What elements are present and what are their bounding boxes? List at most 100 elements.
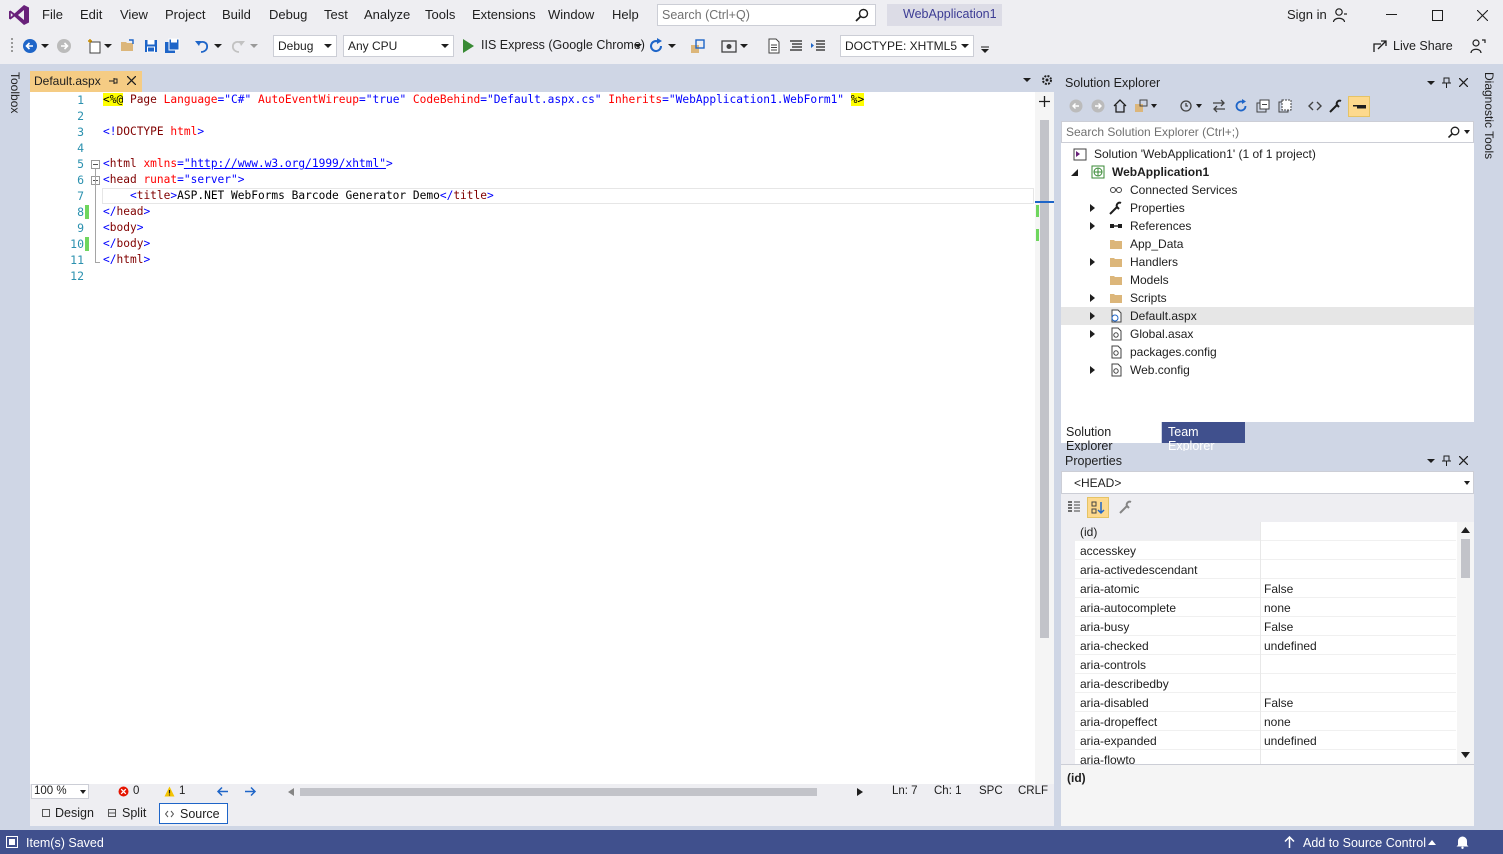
zoom-select[interactable]: 100 % — [31, 784, 89, 799]
menu-tools[interactable]: Tools — [425, 7, 455, 22]
expand-arrow-icon[interactable] — [1090, 222, 1095, 230]
tree-item-connected-services[interactable]: Connected Services — [1061, 181, 1474, 199]
tree-item-web-config[interactable]: Web.config — [1061, 361, 1474, 379]
property-row[interactable]: aria-checked undefined — [1061, 636, 1456, 655]
property-value[interactable]: False — [1264, 696, 1293, 710]
property-row[interactable]: aria-autocomplete none — [1061, 598, 1456, 617]
view-code-icon[interactable] — [1308, 99, 1322, 113]
notifications-bell-icon[interactable] — [1456, 835, 1469, 849]
navigate-back-icon[interactable] — [22, 38, 38, 54]
sync-with-document-icon[interactable] — [1212, 99, 1226, 113]
property-value[interactable]: none — [1264, 715, 1291, 729]
expand-arrow-icon[interactable] — [1090, 204, 1095, 212]
scroll-left-icon[interactable] — [288, 788, 294, 796]
horizontal-scrollbar-thumb[interactable] — [300, 788, 817, 796]
tab-split[interactable]: Split — [104, 803, 150, 824]
home-icon[interactable] — [1113, 99, 1127, 113]
close-tab-icon[interactable] — [127, 76, 136, 85]
close-pane-icon[interactable] — [1459, 78, 1468, 87]
close-pane-icon[interactable] — [1459, 456, 1468, 465]
expanded-arrow-icon[interactable] — [1071, 169, 1078, 176]
open-folder-icon[interactable] — [120, 38, 136, 54]
save-icon[interactable] — [143, 38, 159, 54]
menu-window[interactable]: Window — [548, 7, 594, 22]
tab-team-explorer[interactable]: Team Explorer — [1162, 422, 1245, 453]
previous-issue-icon[interactable] — [216, 786, 229, 797]
property-row[interactable]: aria-disabled False — [1061, 693, 1456, 712]
sign-in-link[interactable]: Sign in — [1287, 7, 1327, 22]
maximize-button[interactable] — [1414, 0, 1460, 30]
expand-arrow-icon[interactable] — [1090, 312, 1095, 320]
property-row[interactable]: aria-expanded undefined — [1061, 731, 1456, 750]
refresh-browser-icon[interactable] — [648, 38, 664, 54]
next-issue-icon[interactable] — [244, 786, 257, 797]
pin-icon[interactable] — [108, 76, 118, 86]
menu-help[interactable]: Help — [612, 7, 639, 22]
vertical-scrollbar[interactable] — [1035, 92, 1054, 784]
expand-arrow-icon[interactable] — [1090, 258, 1095, 266]
live-share-icon[interactable] — [1372, 38, 1388, 54]
chevron-down-icon[interactable] — [740, 43, 748, 49]
solution-platform-select[interactable]: Any CPU — [343, 35, 454, 57]
chevron-down-icon[interactable] — [1151, 104, 1157, 108]
warning-icon[interactable] — [164, 786, 175, 797]
search-icon[interactable] — [1448, 126, 1460, 138]
tree-item-global-asax[interactable]: Global.asax — [1061, 325, 1474, 343]
menu-test[interactable]: Test — [324, 7, 348, 22]
close-window-button[interactable] — [1460, 0, 1503, 30]
tab-default-aspx[interactable]: Default.aspx — [30, 71, 142, 92]
run-target-button[interactable]: IIS Express (Google Chrome) — [481, 38, 645, 52]
new-project-icon[interactable] — [87, 38, 103, 54]
tree-item-app-data[interactable]: App_Data — [1061, 235, 1474, 253]
menu-edit[interactable]: Edit — [80, 7, 102, 22]
collapse-all-icon[interactable] — [1256, 99, 1270, 113]
tab-list-chevron-icon[interactable] — [1023, 77, 1031, 83]
menu-view[interactable]: View — [120, 7, 148, 22]
format-document-icon[interactable] — [788, 38, 804, 54]
expand-arrow-icon[interactable] — [1090, 330, 1095, 338]
property-row[interactable]: aria-atomic False — [1061, 579, 1456, 598]
chevron-down-icon[interactable] — [41, 43, 49, 49]
tab-design[interactable]: Design — [38, 803, 98, 824]
toolbox-tab[interactable]: Toolbox — [8, 72, 22, 113]
diagnostic-tools-tab[interactable]: Diagnostic Tools — [1482, 72, 1496, 159]
pending-changes-filter-icon[interactable] — [1179, 99, 1193, 113]
tree-item-references[interactable]: References — [1061, 217, 1474, 235]
chevron-down-icon[interactable] — [1464, 130, 1470, 134]
redo-icon[interactable] — [230, 38, 246, 54]
forward-icon[interactable] — [1091, 99, 1105, 113]
warning-count[interactable]: 1 — [179, 785, 185, 797]
properties-wrench-icon[interactable] — [1329, 99, 1343, 113]
tree-item-scripts[interactable]: Scripts — [1061, 289, 1474, 307]
save-all-icon[interactable] — [164, 38, 180, 54]
alphabetical-toggle[interactable] — [1087, 497, 1109, 518]
tree-item-project[interactable]: WebApplication1 — [1061, 163, 1474, 181]
scroll-down-icon[interactable] — [1461, 752, 1470, 758]
doctype-select[interactable]: DOCTYPE: XHTML5 — [840, 35, 974, 57]
code-editor[interactable]: 1 2 3 4 5 6 7 8 9 10 11 12 <%@ Page Lang… — [30, 92, 1054, 784]
tree-item-packages-config[interactable]: packages.config — [1061, 343, 1474, 361]
toolbar-overflow-icon[interactable] — [981, 46, 989, 54]
scroll-right-icon[interactable] — [857, 788, 863, 796]
solution-configuration-select[interactable]: Debug — [273, 35, 337, 57]
property-value[interactable]: undefined — [1264, 734, 1317, 748]
chevron-down-icon[interactable] — [250, 43, 258, 49]
property-value[interactable]: False — [1264, 582, 1293, 596]
search-input[interactable]: Search (Ctrl+Q) — [657, 4, 876, 26]
menu-project[interactable]: Project — [165, 7, 205, 22]
gear-icon[interactable] — [1041, 74, 1053, 86]
screenshot-icon[interactable] — [721, 38, 737, 54]
expand-arrow-icon[interactable] — [1090, 366, 1095, 374]
property-row[interactable]: aria-dropeffect none — [1061, 712, 1456, 731]
xmlns-link[interactable]: "http://www.w3.org/1999/xhtml" — [184, 157, 386, 170]
tree-item-models[interactable]: Models — [1061, 271, 1474, 289]
menu-file[interactable]: File — [42, 7, 63, 22]
menu-extensions[interactable]: Extensions — [472, 7, 536, 22]
chevron-down-icon[interactable] — [214, 43, 222, 49]
property-value[interactable]: False — [1264, 620, 1293, 634]
property-row[interactable]: aria-describedby — [1061, 674, 1456, 693]
outdent-icon[interactable] — [810, 38, 826, 54]
error-count[interactable]: 0 — [133, 785, 139, 797]
undo-icon[interactable] — [194, 38, 210, 54]
visual-studio-logo-icon[interactable] — [8, 4, 30, 26]
